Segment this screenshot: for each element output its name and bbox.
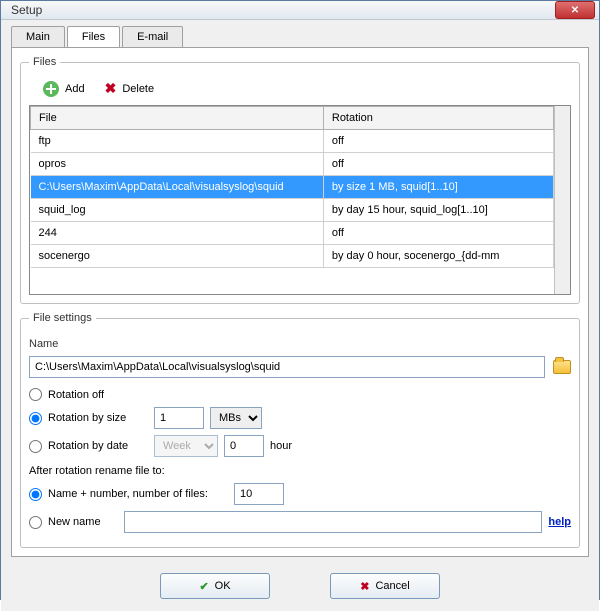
browse-folder-icon[interactable]: [553, 360, 571, 374]
hour-label: hour: [270, 440, 292, 452]
cancel-label: Cancel: [375, 580, 409, 592]
new-name-input[interactable]: [124, 511, 542, 533]
cell-file: C:\Users\Maxim\AppData\Local\visualsyslo…: [31, 176, 324, 199]
file-settings-group: File settings Name Rotation off Rotation…: [20, 312, 580, 548]
tab-email[interactable]: E-mail: [122, 26, 183, 47]
rotation-date-radio[interactable]: [29, 440, 42, 453]
file-settings-legend: File settings: [29, 312, 96, 324]
date-hour-input[interactable]: [224, 435, 264, 457]
cell-rotation: off: [323, 153, 553, 176]
cell-file: ftp: [31, 130, 324, 153]
cell-rotation: by day 0 hour, socenergo_{dd-mm: [323, 245, 553, 268]
ok-button[interactable]: ✔ OK: [160, 573, 270, 599]
tab-main[interactable]: Main: [11, 26, 65, 47]
ok-label: OK: [215, 580, 231, 592]
table-row[interactable]: C:\Users\Maxim\AppData\Local\visualsyslo…: [31, 176, 554, 199]
table-row[interactable]: ftpoff: [31, 130, 554, 153]
cell-rotation: by size 1 MB, squid[1..10]: [323, 176, 553, 199]
cell-rotation: off: [323, 130, 553, 153]
number-of-files-input[interactable]: [234, 483, 284, 505]
cancel-icon: ✖: [360, 580, 369, 593]
help-link[interactable]: help: [548, 516, 571, 528]
close-button[interactable]: ✕: [555, 1, 595, 19]
cell-file: 244: [31, 222, 324, 245]
rename-number-label: Name + number, number of files:: [48, 488, 228, 500]
add-label: Add: [65, 83, 85, 95]
col-file[interactable]: File: [31, 107, 324, 130]
files-legend: Files: [29, 56, 60, 68]
tab-files[interactable]: Files: [67, 26, 120, 47]
cell-file: squid_log: [31, 199, 324, 222]
tab-panel-files: Files Add ✖ Delete File: [11, 47, 589, 557]
window-title: Setup: [11, 3, 555, 17]
rotation-date-label: Rotation by date: [48, 440, 148, 452]
cell-rotation: by day 15 hour, squid_log[1..10]: [323, 199, 553, 222]
table-row[interactable]: socenergoby day 0 hour, socenergo_{dd-mm: [31, 245, 554, 268]
files-table[interactable]: File Rotation ftpoffoprosoffC:\Users\Max…: [30, 106, 554, 294]
tab-strip: Main Files E-mail: [1, 20, 599, 47]
table-row[interactable]: 244off: [31, 222, 554, 245]
delete-icon: ✖: [105, 80, 117, 97]
rename-new-label: New name: [48, 516, 118, 528]
check-icon: ✔: [199, 580, 208, 593]
rotation-off-label: Rotation off: [48, 389, 104, 401]
date-unit-select: Week: [154, 435, 218, 457]
size-unit-select[interactable]: MBs: [210, 407, 262, 429]
cell-rotation: off: [323, 222, 553, 245]
cell-file: socenergo: [31, 245, 324, 268]
after-rotation-label: After rotation rename file to:: [29, 465, 165, 477]
rotation-size-radio[interactable]: [29, 412, 42, 425]
add-button[interactable]: Add: [43, 81, 85, 97]
name-input[interactable]: [29, 356, 545, 378]
delete-button[interactable]: ✖ Delete: [105, 80, 155, 97]
rotation-size-label: Rotation by size: [48, 412, 148, 424]
table-row[interactable]: oprosoff: [31, 153, 554, 176]
files-table-wrap: File Rotation ftpoffoprosoffC:\Users\Max…: [29, 105, 571, 295]
name-label: Name: [29, 338, 58, 350]
rename-number-radio[interactable]: [29, 488, 42, 501]
files-group: Files Add ✖ Delete File: [20, 56, 580, 304]
files-toolbar: Add ✖ Delete: [29, 76, 571, 105]
vertical-scrollbar[interactable]: [554, 106, 570, 294]
cancel-button[interactable]: ✖ Cancel: [330, 573, 440, 599]
rename-new-radio[interactable]: [29, 516, 42, 529]
setup-dialog: Setup ✕ Main Files E-mail Files Add ✖ De…: [0, 0, 600, 600]
size-value-input[interactable]: [154, 407, 204, 429]
cell-file: opros: [31, 153, 324, 176]
table-row[interactable]: squid_logby day 15 hour, squid_log[1..10…: [31, 199, 554, 222]
rotation-off-radio[interactable]: [29, 388, 42, 401]
plus-icon: [43, 81, 59, 97]
col-rotation[interactable]: Rotation: [323, 107, 553, 130]
dialog-footer: ✔ OK ✖ Cancel: [1, 563, 599, 611]
close-icon: ✕: [571, 5, 579, 16]
delete-label: Delete: [122, 83, 154, 95]
titlebar: Setup ✕: [1, 1, 599, 20]
